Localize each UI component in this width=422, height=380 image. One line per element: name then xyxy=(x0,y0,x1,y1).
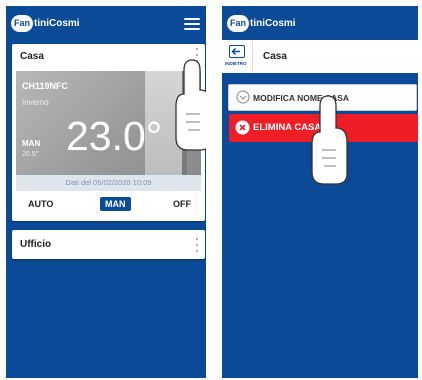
page-title: Casa xyxy=(263,51,287,62)
back-label: INDIETRO xyxy=(225,61,247,66)
logo-badge: Fan xyxy=(11,15,34,32)
app-top-bar: Fan tiniCosmi xyxy=(6,6,206,40)
mode-man-button[interactable]: MAN xyxy=(100,197,131,211)
logo-text: tiniCosmi xyxy=(250,18,296,29)
mode-auto-button[interactable]: AUTO xyxy=(28,199,53,209)
app-logo: Fan tiniCosmi xyxy=(227,15,296,32)
home-name: Ufficio xyxy=(20,239,52,250)
more-vertical-icon[interactable] xyxy=(195,238,199,252)
pointing-hand-icon xyxy=(175,59,206,151)
setpoint-temperature: 20.5° xyxy=(22,151,39,158)
mode-off-button[interactable]: OFF xyxy=(173,199,191,209)
menu-icon[interactable] xyxy=(184,18,200,30)
logo-badge: Fan xyxy=(227,15,250,32)
logo-text: tiniCosmi xyxy=(34,18,80,29)
last-update-bar: Dati del 05/02/2020 10:09 xyxy=(16,175,201,191)
pointing-hand-icon xyxy=(311,95,348,185)
app-logo: Fan tiniCosmi xyxy=(11,15,80,32)
home-name: Casa xyxy=(20,51,44,62)
season-mode: Inverno xyxy=(22,98,49,107)
back-button[interactable]: INDIETRO xyxy=(222,40,253,72)
close-circle-icon xyxy=(235,120,250,135)
phone-screen-home-list: Fan tiniCosmi Casa CH119NFC Inverno MAN … xyxy=(6,6,206,378)
device-name: CH119NFC xyxy=(22,81,69,91)
phone-screen-home-options: Fan tiniCosmi INDIETRO Casa MODIFICA NOM… xyxy=(222,6,418,378)
current-temperature: 23.0° xyxy=(66,113,163,159)
back-icon xyxy=(229,45,245,58)
sub-header: INDIETRO Casa xyxy=(222,40,418,73)
chevron-down-circle-icon xyxy=(236,90,250,104)
app-top-bar: Fan tiniCosmi xyxy=(222,6,418,40)
operating-mode: MAN xyxy=(22,139,41,148)
home-card-ufficio[interactable]: Ufficio xyxy=(12,230,205,259)
